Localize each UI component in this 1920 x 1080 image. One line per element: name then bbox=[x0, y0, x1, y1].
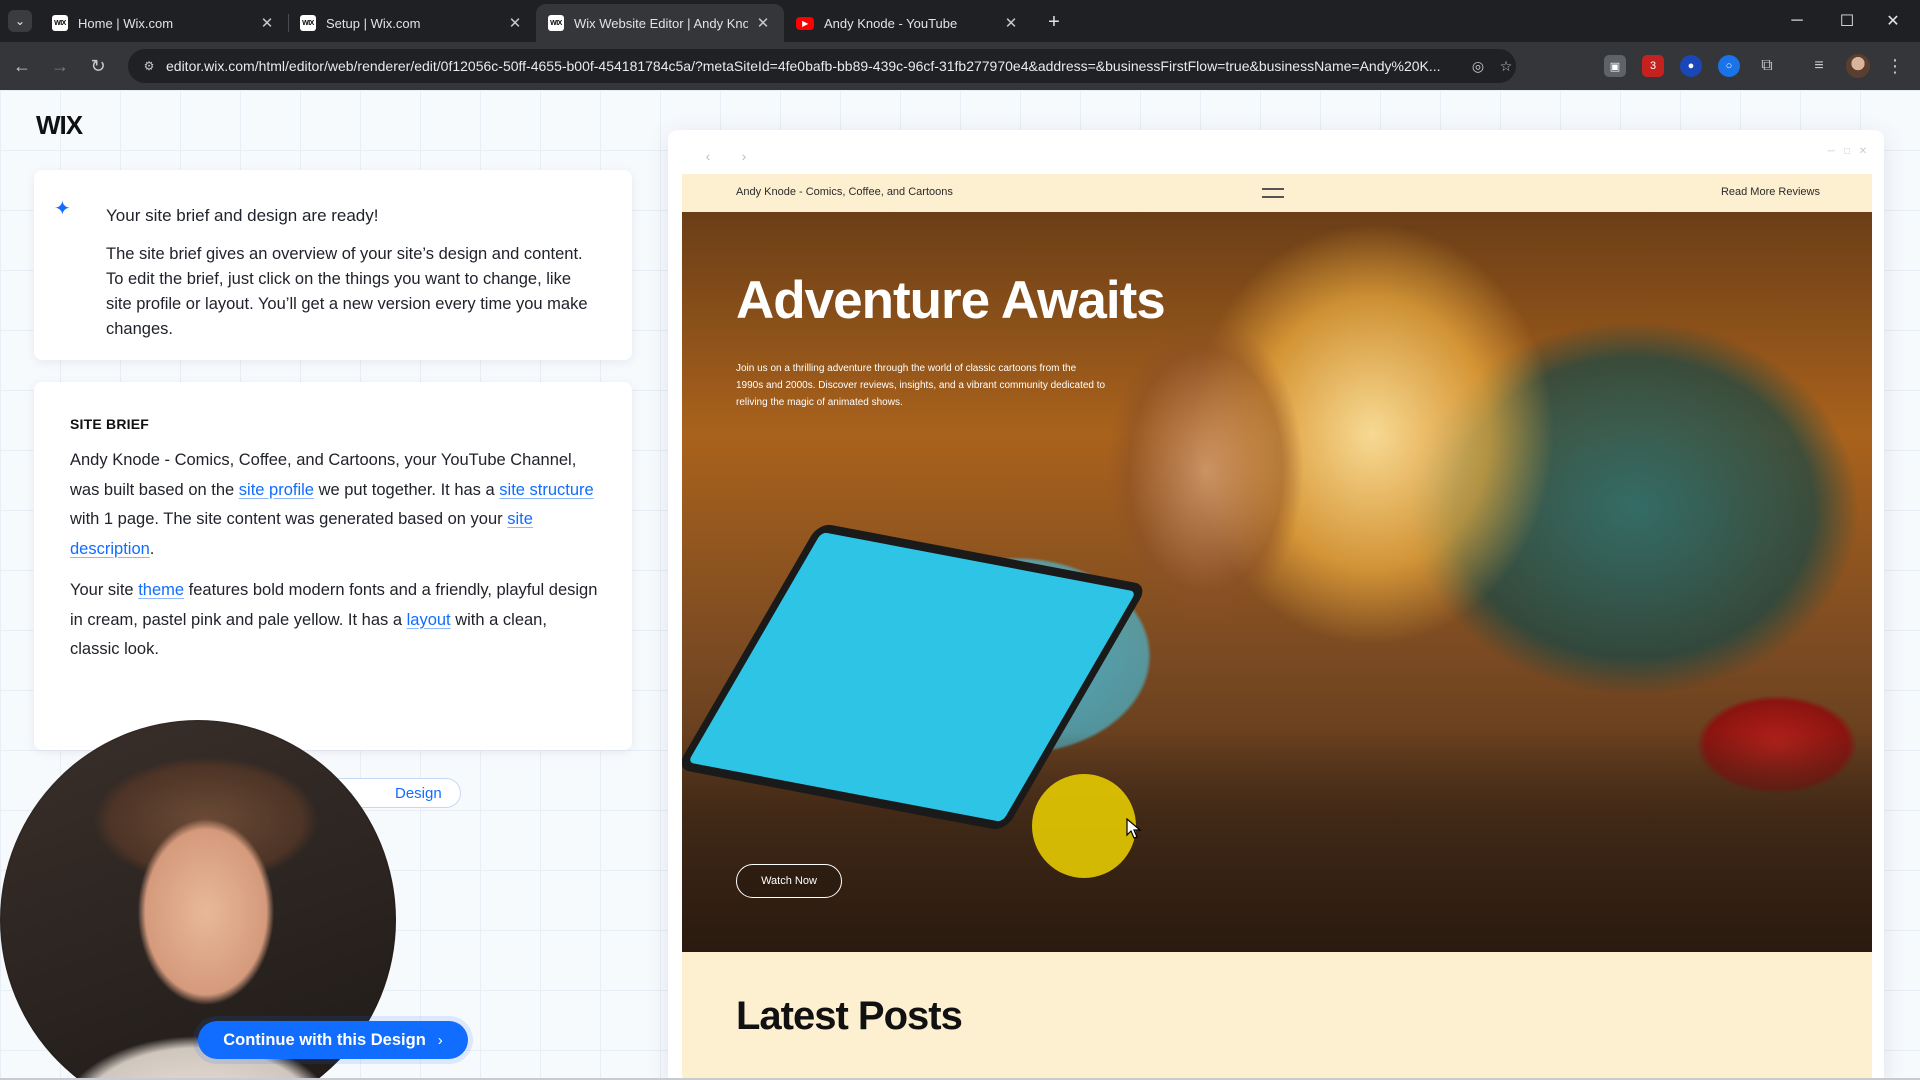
preview-close-icon[interactable]: ✕ bbox=[1856, 144, 1870, 158]
wix-favicon-icon: WIX bbox=[300, 15, 316, 31]
preview-maximize-icon[interactable]: □ bbox=[1840, 144, 1854, 158]
site-preview-frame: ‹ › ─ □ ✕ Andy Knode - Comics, Coffee, a… bbox=[668, 130, 1884, 1080]
site-name[interactable]: Andy Knode - Comics, Coffee, and Cartoon… bbox=[736, 186, 953, 198]
tab-title: Home | Wix.com bbox=[78, 15, 174, 31]
site-structure-link[interactable]: site structure bbox=[499, 481, 593, 499]
media-controls-icon[interactable]: ≡ bbox=[1808, 55, 1830, 77]
eye-off-icon[interactable]: ◎ bbox=[1468, 56, 1488, 76]
site-brief-card: SITE BRIEF Andy Knode - Comics, Coffee, … bbox=[34, 382, 632, 808]
address-bar[interactable]: ⚙ editor.wix.com/html/editor/web/rendere… bbox=[128, 49, 1516, 83]
site-brief-paragraph-1: Andy Knode - Comics, Coffee, and Cartoon… bbox=[70, 446, 600, 564]
latest-posts-heading: Latest Posts bbox=[736, 994, 963, 1038]
brief-ready-card: Your site brief and design are ready! Th… bbox=[34, 170, 632, 360]
hero-title: Adventure Awaits bbox=[736, 271, 1166, 330]
reload-icon[interactable]: ↻ bbox=[84, 52, 112, 80]
theme-link[interactable]: theme bbox=[138, 581, 184, 599]
forward-arrow-icon[interactable]: → bbox=[46, 52, 74, 80]
minimize-icon[interactable]: ─ bbox=[1774, 6, 1820, 36]
brief-ready-title: Your site brief and design are ready! bbox=[106, 206, 379, 225]
tab-title: Andy Knode - YouTube bbox=[824, 15, 958, 31]
preview-minimize-icon[interactable]: ─ bbox=[1824, 144, 1838, 158]
maximize-icon[interactable]: ☐ bbox=[1824, 6, 1870, 36]
sparkle-icon: ✦ bbox=[54, 198, 71, 220]
puzzle-extensions-icon[interactable]: ⧉ bbox=[1756, 55, 1778, 77]
read-more-reviews-link[interactable]: Read More Reviews bbox=[1721, 186, 1820, 198]
site-info-icon[interactable]: ⚙ bbox=[140, 57, 158, 75]
brief-text: . bbox=[149, 539, 155, 558]
preview-forward-icon[interactable]: › bbox=[736, 148, 752, 164]
brief-text: we put together. It has a bbox=[313, 480, 500, 499]
site-header: Andy Knode - Comics, Coffee, and Cartoon… bbox=[682, 174, 1872, 212]
star-icon[interactable]: ☆ bbox=[1496, 56, 1516, 76]
brief-text: with 1 page. The site content was genera… bbox=[70, 510, 508, 528]
hero-subtitle: Join us on a thrilling adventure through… bbox=[736, 363, 1106, 408]
extension-icon[interactable]: ○ bbox=[1718, 55, 1740, 77]
mouse-cursor-icon bbox=[1126, 818, 1142, 839]
more-menu-icon[interactable]: ⋮ bbox=[1884, 55, 1906, 77]
site-brief-label: SITE BRIEF bbox=[70, 416, 150, 432]
youtube-favicon-icon: ▶ bbox=[796, 16, 814, 30]
tab-home-wix[interactable]: WIX Home | Wix.com ✕ bbox=[40, 4, 288, 42]
wix-favicon-icon: WIX bbox=[52, 15, 68, 31]
watch-now-button[interactable]: Watch Now bbox=[736, 864, 842, 898]
tab-andy-knode-youtube[interactable]: ▶ Andy Knode - YouTube ✕ bbox=[784, 4, 1032, 42]
cursor-highlight bbox=[1032, 774, 1136, 878]
continue-with-design-button[interactable]: Continue with this Design › bbox=[198, 1021, 468, 1059]
tab-setup-wix[interactable]: WIX Setup | Wix.com ✕ bbox=[288, 4, 536, 42]
preview-back-icon[interactable]: ‹ bbox=[700, 148, 716, 164]
wix-logo[interactable]: WIX bbox=[36, 110, 83, 141]
site-profile-link[interactable]: site profile bbox=[239, 481, 314, 499]
brief-ready-text: The site brief gives an overview of your… bbox=[106, 245, 588, 338]
editor-page: WIX Your site brief and design are ready… bbox=[0, 90, 1920, 1080]
design-pill-label: Design bbox=[395, 784, 442, 802]
window-close-icon[interactable]: ✕ bbox=[1870, 6, 1916, 36]
chevron-right-icon: › bbox=[437, 1031, 443, 1049]
brief-text: Your site bbox=[70, 581, 139, 599]
layout-link[interactable]: layout bbox=[407, 611, 451, 629]
profile-avatar[interactable] bbox=[1846, 54, 1870, 78]
new-tab-plus-icon[interactable]: + bbox=[1040, 8, 1068, 36]
browser-tab-bar: ⌄ WIX Home | Wix.com ✕ WIX Setup | Wix.c… bbox=[0, 0, 1920, 42]
tab-title: Setup | Wix.com bbox=[326, 15, 421, 31]
close-icon[interactable]: ✕ bbox=[506, 14, 524, 32]
url-text[interactable]: editor.wix.com/html/editor/web/renderer/… bbox=[166, 58, 1496, 74]
extension-badge-icon[interactable]: 3 bbox=[1642, 55, 1664, 77]
extension-icon[interactable]: ● bbox=[1680, 55, 1702, 77]
tab-strip: WIX Home | Wix.com ✕ WIX Setup | Wix.com… bbox=[40, 4, 1032, 42]
tab-title: Wix Website Editor | Andy Knode bbox=[574, 15, 748, 31]
close-icon[interactable]: ✕ bbox=[258, 14, 276, 32]
extension-icon[interactable]: ▣ bbox=[1604, 55, 1626, 77]
browser-toolbar: ← → ↻ ⚙ editor.wix.com/html/editor/web/r… bbox=[0, 42, 1920, 90]
generated-site: Andy Knode - Comics, Coffee, and Cartoon… bbox=[682, 174, 1872, 1080]
hamburger-menu-icon[interactable] bbox=[1262, 188, 1284, 198]
tab-wix-website-editor[interactable]: WIX Wix Website Editor | Andy Knode ✕ bbox=[536, 4, 784, 42]
site-brief-paragraph-2: Your site theme features bold modern fon… bbox=[70, 576, 600, 665]
hero-section: Adventure Awaits Join us on a thrilling … bbox=[682, 212, 1872, 952]
tab-search-chevron-down-icon[interactable]: ⌄ bbox=[8, 10, 32, 32]
extension-badge-count: 3 bbox=[1649, 60, 1657, 72]
wix-favicon-icon: WIX bbox=[548, 15, 564, 31]
back-arrow-icon[interactable]: ← bbox=[8, 52, 36, 80]
continue-button-label: Continue with this Design bbox=[223, 1030, 426, 1049]
close-icon[interactable]: ✕ bbox=[1002, 14, 1020, 32]
close-icon[interactable]: ✕ bbox=[754, 14, 772, 32]
